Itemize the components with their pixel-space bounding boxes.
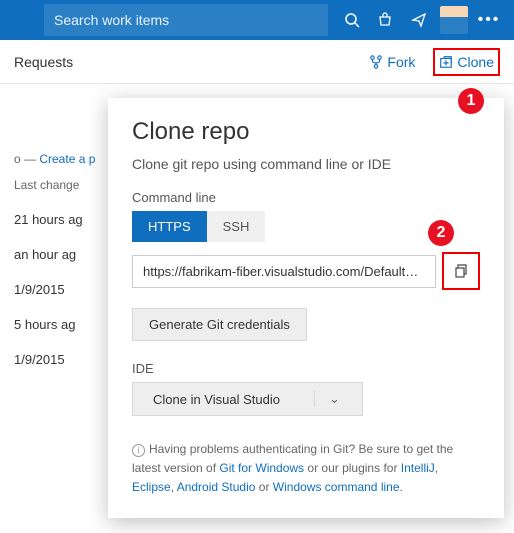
copy-button[interactable]	[448, 258, 474, 284]
popover-title: Clone repo	[132, 118, 480, 146]
clone-ide-button[interactable]: Clone in Visual Studio ⌄	[132, 382, 363, 416]
link-eclipse[interactable]: Eclipse	[132, 480, 171, 494]
avatar[interactable]	[440, 6, 468, 34]
clone-label: Clone	[457, 54, 494, 70]
page-title: Requests	[14, 54, 351, 70]
fork-link[interactable]: Fork	[369, 54, 415, 70]
command-line-label: Command line	[132, 190, 480, 205]
clone-url-input[interactable]: https://fabrikam-fiber.visualstudio.com/…	[132, 255, 436, 288]
more-icon[interactable]: •••	[472, 11, 506, 29]
popover-subtitle: Clone git repo using command line or IDE	[132, 156, 480, 172]
generate-credentials-button[interactable]: Generate Git credentials	[132, 308, 307, 341]
copy-icon	[453, 263, 469, 279]
search-input[interactable]	[54, 12, 318, 28]
shopping-icon[interactable]	[368, 12, 402, 28]
send-icon[interactable]	[402, 12, 436, 28]
chevron-down-icon[interactable]: ⌄	[314, 391, 342, 407]
clone-icon	[439, 55, 453, 69]
ide-label: IDE	[132, 361, 480, 376]
link-windows-cmd[interactable]: Windows command line	[273, 480, 400, 494]
clone-ide-label: Clone in Visual Studio	[153, 392, 280, 407]
fork-icon	[369, 55, 383, 69]
link-git-windows[interactable]: Git for Windows	[219, 461, 304, 475]
link-intellij[interactable]: IntelliJ	[401, 461, 435, 475]
clone-button[interactable]: Clone	[433, 48, 500, 76]
callout-1: 1	[458, 88, 484, 114]
clone-popover: Clone repo Clone git repo using command …	[108, 98, 504, 518]
link-android-studio[interactable]: Android Studio	[177, 480, 256, 494]
search-box[interactable]	[44, 4, 328, 36]
search-icon[interactable]	[336, 12, 368, 28]
tab-https[interactable]: HTTPS	[132, 211, 207, 242]
info-icon: i	[132, 444, 145, 457]
breadcrumb-link[interactable]: Create a p	[39, 152, 95, 166]
fork-label: Fork	[387, 54, 415, 70]
help-text: iHaving problems authenticating in Git? …	[132, 440, 480, 498]
tab-ssh[interactable]: SSH	[207, 211, 266, 242]
callout-2: 2	[428, 220, 454, 246]
